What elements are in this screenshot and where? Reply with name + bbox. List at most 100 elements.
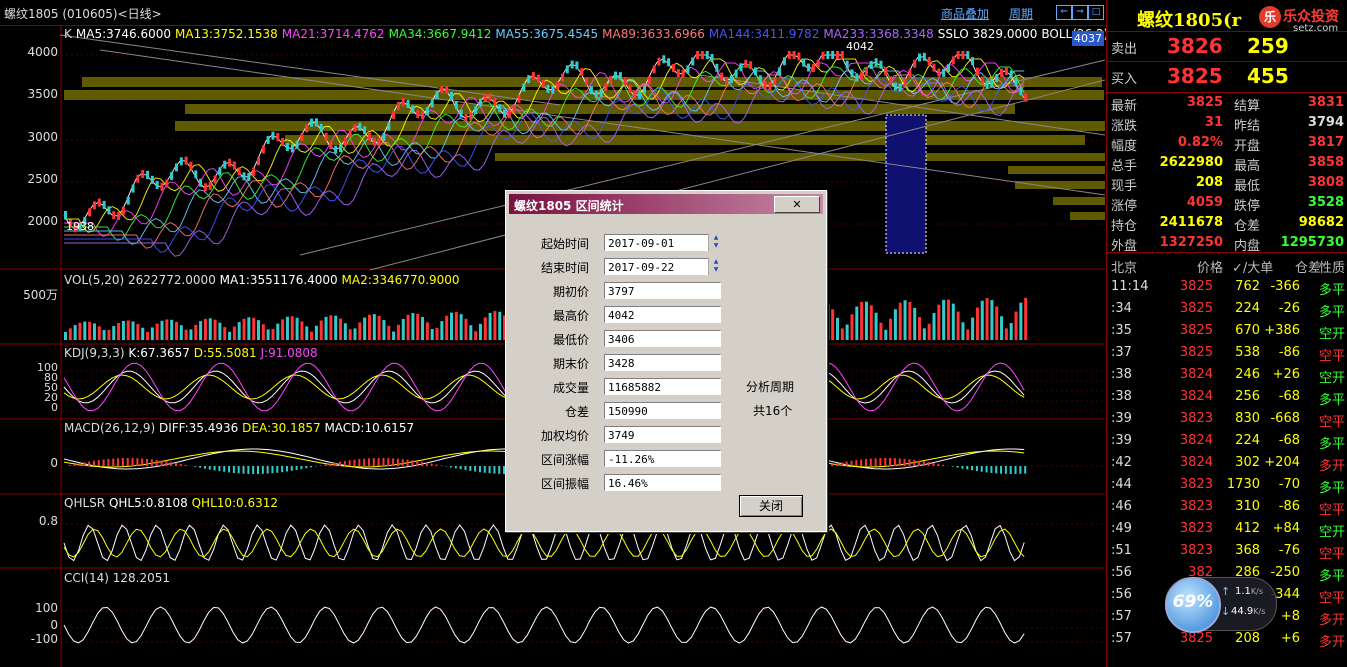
candle <box>107 206 111 215</box>
tick-vol: 1730 <box>1226 477 1260 492</box>
macd-bar <box>961 466 964 469</box>
volume-bar <box>257 320 260 340</box>
volume-bar <box>942 299 946 340</box>
macd-bar <box>927 462 930 466</box>
period-link[interactable]: 周期 <box>1009 5 1033 22</box>
close-icon[interactable]: ✕ <box>774 196 820 213</box>
tick-row[interactable]: :38 3824 246 +26 空开 <box>1107 364 1347 386</box>
tick-row[interactable]: :44 3823 1730 -70 多平 <box>1107 474 1347 496</box>
field-input[interactable]: 2017-09-22 <box>604 258 721 275</box>
volume-bar <box>121 320 125 340</box>
field-input[interactable]: 3797 <box>604 282 721 299</box>
candle <box>710 53 714 62</box>
volume-bar <box>228 331 232 340</box>
tick-row[interactable]: :46 3823 310 -86 空平 <box>1107 496 1347 518</box>
date-spinner[interactable]: ▲ ▼ <box>708 258 723 275</box>
field-input[interactable]: 3406 <box>604 330 721 347</box>
macd-bar <box>406 459 409 466</box>
candle <box>744 59 748 68</box>
tick-diff: +204 <box>1264 455 1300 470</box>
field-input[interactable]: 150990 <box>604 402 721 419</box>
spin-down-icon[interactable]: ▼ <box>709 242 723 250</box>
tick-row[interactable]: :49 3823 412 +84 空开 <box>1107 518 1347 540</box>
macd-bar <box>942 464 945 466</box>
macd-bar <box>92 460 95 466</box>
macd-bar <box>218 466 221 472</box>
tick-row[interactable]: 11:14 3825 762 -366 多平 <box>1107 276 1347 298</box>
field-input[interactable]: -11.26% <box>604 450 721 467</box>
tick-diff: +26 <box>1272 367 1300 382</box>
volume-bar <box>898 302 902 340</box>
volume-bar <box>411 313 415 340</box>
volume-bar <box>208 318 212 340</box>
candle <box>223 160 227 169</box>
macd-bar <box>937 463 940 466</box>
tick-row[interactable]: :37 3825 538 -86 空平 <box>1107 342 1347 364</box>
tick-row[interactable]: :42 3824 302 +204 多开 <box>1107 452 1347 474</box>
macd-bar <box>855 460 858 466</box>
candle <box>898 83 902 92</box>
volume-bar <box>102 330 106 340</box>
field-input[interactable]: 3428 <box>604 354 721 371</box>
candle <box>802 58 806 67</box>
macd-bar <box>310 466 313 468</box>
volume-bar <box>392 331 396 340</box>
volume-bar <box>884 329 888 340</box>
tick-row[interactable]: :39 3824 224 -68 多平 <box>1107 430 1347 452</box>
field-input[interactable]: 3749 <box>604 426 721 443</box>
maximize-icon[interactable]: □ <box>1088 5 1104 20</box>
macd-bar <box>898 458 901 466</box>
nav-left-icon[interactable]: ⇐ <box>1056 5 1072 20</box>
spin-down-icon[interactable]: ▼ <box>709 266 723 274</box>
buy-price: 3825 <box>1167 64 1223 88</box>
tick-row[interactable]: :57 3825 208 +6 多开 <box>1107 628 1347 650</box>
field-input[interactable]: 4042 <box>604 306 721 323</box>
tick-vol: 670 <box>1235 323 1260 338</box>
field-input[interactable]: 11685882 <box>604 378 721 395</box>
spin-up-icon[interactable]: ▲ <box>709 258 723 266</box>
nav-right-icon[interactable]: ⇒ <box>1072 5 1088 20</box>
upload-icon: ↑ <box>1221 585 1231 598</box>
commodity-overlay-link[interactable]: 商品叠加 <box>941 5 989 22</box>
candle <box>242 172 246 181</box>
tick-time: :57 <box>1111 609 1132 624</box>
macd-bar <box>869 458 872 466</box>
close-button[interactable]: 关闭 <box>739 495 803 517</box>
tick-type: 空平 <box>1319 547 1346 562</box>
date-spinner[interactable]: ▲ ▼ <box>708 234 723 251</box>
tick-row[interactable]: :51 3823 368 -76 空平 <box>1107 540 1347 562</box>
tick-row[interactable]: :35 3825 670 +386 空开 <box>1107 320 1347 342</box>
candle <box>609 75 613 84</box>
tick-row[interactable]: :34 3825 224 -26 多平 <box>1107 298 1347 320</box>
volume-bar <box>150 327 154 340</box>
candle <box>199 178 203 187</box>
candle <box>1009 70 1013 79</box>
tick-price: 3825 <box>1179 323 1213 338</box>
field-input[interactable]: 16.46% <box>604 474 721 491</box>
tick-row[interactable]: :39 3823 830 -668 空平 <box>1107 408 1347 430</box>
stat-label: 持仓 <box>1111 219 1138 234</box>
macd-bar <box>73 464 76 466</box>
tick-row[interactable]: :38 3824 256 -68 多平 <box>1107 386 1347 408</box>
candle <box>121 206 125 215</box>
dialog-titlebar[interactable]: 螺纹1805 区间统计 ✕ <box>509 194 823 214</box>
volume-bar <box>975 307 979 340</box>
candle <box>179 157 183 166</box>
volume-bar <box>155 323 159 340</box>
candle <box>493 97 497 106</box>
field-label: 结束时间 <box>540 261 589 275</box>
macd-bar <box>971 466 974 471</box>
candle <box>146 170 150 179</box>
candle <box>845 60 849 69</box>
field-input[interactable]: 2017-09-01 <box>604 234 721 251</box>
macd-bar <box>353 459 356 466</box>
macd-bar <box>141 458 144 466</box>
y-tick: 3500 <box>27 87 58 101</box>
tick-vol: 256 <box>1235 389 1260 404</box>
macd-bar <box>1009 466 1012 474</box>
candle <box>946 64 950 73</box>
stat-label: 现手 <box>1111 179 1138 194</box>
spin-up-icon[interactable]: ▲ <box>709 234 723 242</box>
tick-vol: 762 <box>1235 279 1260 294</box>
network-speed-widget[interactable]: 69% ↑ 1.1K/s ↓ 44.9K/s <box>1165 577 1277 633</box>
